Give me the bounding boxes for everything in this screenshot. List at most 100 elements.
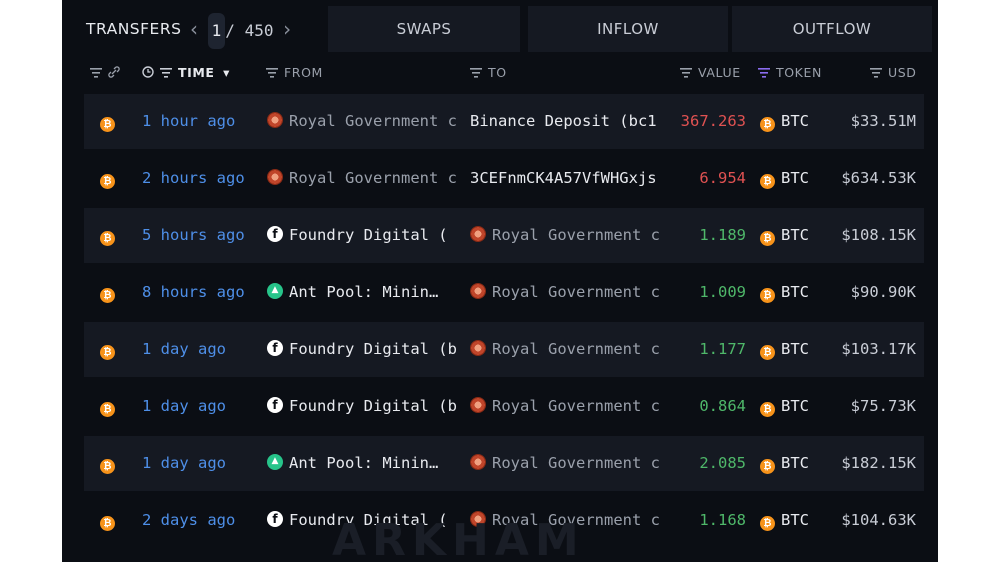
filter-icon xyxy=(90,68,102,78)
bitcoin-icon: ₿ xyxy=(760,231,775,246)
from-column-header[interactable]: FROM xyxy=(266,60,323,86)
time-link[interactable]: 1 day ago xyxy=(142,322,260,377)
from-label: Royal Government c xyxy=(289,112,457,130)
tab-transfers[interactable]: TRANSFERS xyxy=(86,6,181,52)
token-cell[interactable]: ₿ BTC xyxy=(760,265,830,320)
from-address[interactable]: Foundry Digital (b xyxy=(267,322,464,377)
filter-icon xyxy=(266,68,278,78)
table-row[interactable]: ₿ 1 hour ago Royal Government c Binance Dep… xyxy=(84,94,924,149)
to-address[interactable]: Royal Government c xyxy=(470,379,670,434)
foundry-digital-icon xyxy=(267,340,283,356)
table-row[interactable]: ₿ 8 hours ago Ant Pool: Minin… Royal Govern… xyxy=(84,265,924,320)
time-link[interactable]: 1 hour ago xyxy=(142,94,260,149)
token-cell[interactable]: ₿ BTC xyxy=(760,151,830,206)
from-address[interactable]: Royal Government c xyxy=(267,151,464,206)
to-column-header[interactable]: TO xyxy=(470,60,507,86)
time-link[interactable]: 2 hours ago xyxy=(142,151,260,206)
table-row[interactable]: ₿ 1 day ago Foundry Digital (b Royal Govern… xyxy=(84,379,924,434)
token-column-header[interactable]: TOKEN xyxy=(758,60,822,86)
value-amount: 0.864 xyxy=(699,397,746,415)
from-address[interactable]: Ant Pool: Minin… xyxy=(267,265,464,320)
to-address[interactable]: Royal Government c xyxy=(470,208,670,263)
from-address[interactable]: Foundry Digital ( xyxy=(267,208,464,263)
tab-bar: TRANSFERS ‹ 1/ 450 › xyxy=(62,6,938,52)
token-cell[interactable]: ₿ BTC xyxy=(760,94,830,149)
to-address[interactable]: Royal Government c xyxy=(470,436,670,491)
to-address[interactable]: Royal Government c xyxy=(470,322,670,377)
to-label: Royal Government c xyxy=(492,226,660,244)
sort-desc-icon[interactable]: ▾ xyxy=(223,65,230,80)
time-link[interactable]: 2 days ago xyxy=(142,493,260,548)
value-amount: 6.954 xyxy=(699,169,746,187)
usd-amount: $634.53K xyxy=(841,169,916,187)
royal-government-icon xyxy=(470,283,486,299)
page-separator: / xyxy=(225,21,235,40)
usd-amount: $75.73K xyxy=(850,397,916,415)
bitcoin-icon: ₿ xyxy=(760,117,775,132)
foundry-digital-icon xyxy=(267,226,283,242)
time-link[interactable]: 1 day ago xyxy=(142,436,260,491)
bitcoin-icon: ₿ xyxy=(100,459,115,474)
chain-cell: ₿ xyxy=(100,322,120,377)
to-address[interactable]: 3CEFnmCK4A57VfWHGxjs xyxy=(470,151,670,206)
token-cell[interactable]: ₿ BTC xyxy=(760,493,830,548)
filter-icon xyxy=(160,68,172,78)
table-row[interactable]: ₿ 1 day ago Foundry Digital (b Royal Govern… xyxy=(84,322,924,377)
usd-column-header[interactable]: USD xyxy=(870,60,917,86)
from-label: Foundry Digital ( xyxy=(289,226,448,244)
value-column-header[interactable]: VALUE xyxy=(680,60,741,86)
foundry-digital-icon xyxy=(267,397,283,413)
from-label: Foundry Digital (b xyxy=(289,397,457,415)
usd-amount: $182.15K xyxy=(841,454,916,472)
token-column-label: TOKEN xyxy=(776,65,822,80)
transfers-panel: SWAPS INFLOW OUTFLOW TRANSFERS ‹ 1/ 450 … xyxy=(62,0,938,562)
time-link[interactable]: 5 hours ago xyxy=(142,208,260,263)
link-icon xyxy=(108,66,120,78)
token-cell[interactable]: ₿ BTC xyxy=(760,379,830,434)
total-pages: 450 xyxy=(244,21,274,40)
chain-cell: ₿ xyxy=(100,151,120,206)
watermark-text: ARKHAM xyxy=(332,515,585,562)
from-label: Ant Pool: Minin… xyxy=(289,283,439,301)
royal-government-icon xyxy=(470,454,486,470)
ant-pool-icon xyxy=(267,454,283,470)
chevron-left-icon[interactable]: ‹ xyxy=(190,17,198,41)
bitcoin-icon: ₿ xyxy=(100,231,115,246)
table-row[interactable]: ₿ 1 day ago Ant Pool: Minin… Royal Governme… xyxy=(84,436,924,491)
to-address[interactable]: Royal Government c xyxy=(470,265,670,320)
time-link[interactable]: 1 day ago xyxy=(142,379,260,434)
token-cell[interactable]: ₿ BTC xyxy=(760,436,830,491)
time-link[interactable]: 8 hours ago xyxy=(142,265,260,320)
to-column-label: TO xyxy=(488,65,507,80)
time-column-header[interactable]: TIME ▾ xyxy=(142,60,230,86)
bitcoin-icon: ₿ xyxy=(760,402,775,417)
usd-amount: $108.15K xyxy=(841,226,916,244)
royal-government-icon xyxy=(267,169,283,185)
value-amount: 2.085 xyxy=(699,454,746,472)
to-address[interactable]: Binance Deposit (bc1 xyxy=(470,94,670,149)
filter-link-column[interactable] xyxy=(90,60,126,86)
to-label: Royal Government c xyxy=(492,454,660,472)
from-address[interactable]: Foundry Digital (b xyxy=(267,379,464,434)
from-address[interactable]: Ant Pool: Minin… xyxy=(267,436,464,491)
bitcoin-icon: ₿ xyxy=(100,402,115,417)
filter-icon xyxy=(470,68,482,78)
chain-cell: ₿ xyxy=(100,379,120,434)
from-address[interactable]: Royal Government c xyxy=(267,94,464,149)
bitcoin-icon: ₿ xyxy=(100,288,115,303)
to-label: Binance Deposit (bc1 xyxy=(470,112,657,130)
token-symbol: BTC xyxy=(781,226,809,244)
table-row[interactable]: ₿ 5 hours ago Foundry Digital ( Royal Gover… xyxy=(84,208,924,263)
bitcoin-icon: ₿ xyxy=(760,174,775,189)
filter-icon xyxy=(870,68,882,78)
token-cell[interactable]: ₿ BTC xyxy=(760,322,830,377)
chevron-right-icon[interactable]: › xyxy=(283,17,291,41)
usd-amount: $33.51M xyxy=(850,112,916,130)
current-page[interactable]: 1 xyxy=(207,13,226,49)
token-symbol: BTC xyxy=(781,112,809,130)
table-row[interactable]: ₿ 2 hours ago Royal Government c 3CEFnmCK4A… xyxy=(84,151,924,206)
token-cell[interactable]: ₿ BTC xyxy=(760,208,830,263)
token-symbol: BTC xyxy=(781,397,809,415)
value-amount: 1.009 xyxy=(699,283,746,301)
ant-pool-icon xyxy=(267,283,283,299)
